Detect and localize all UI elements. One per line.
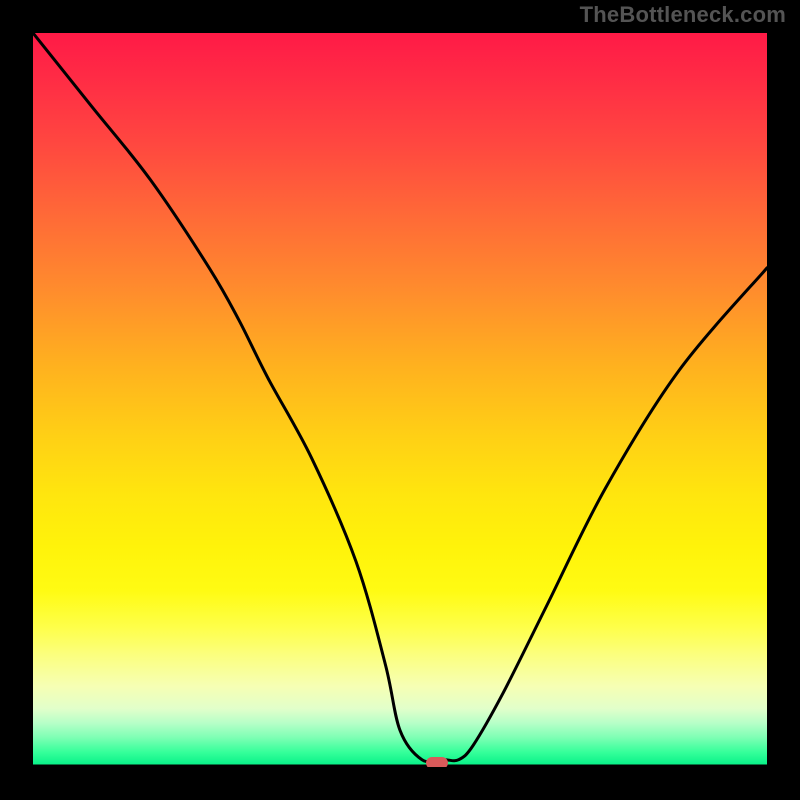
curve-svg: [33, 33, 767, 767]
bottleneck-curve: [33, 33, 767, 762]
plot-area: [33, 33, 767, 767]
chart-frame: TheBottleneck.com: [0, 0, 800, 800]
optimal-marker: [426, 757, 448, 767]
watermark-text: TheBottleneck.com: [580, 2, 786, 28]
